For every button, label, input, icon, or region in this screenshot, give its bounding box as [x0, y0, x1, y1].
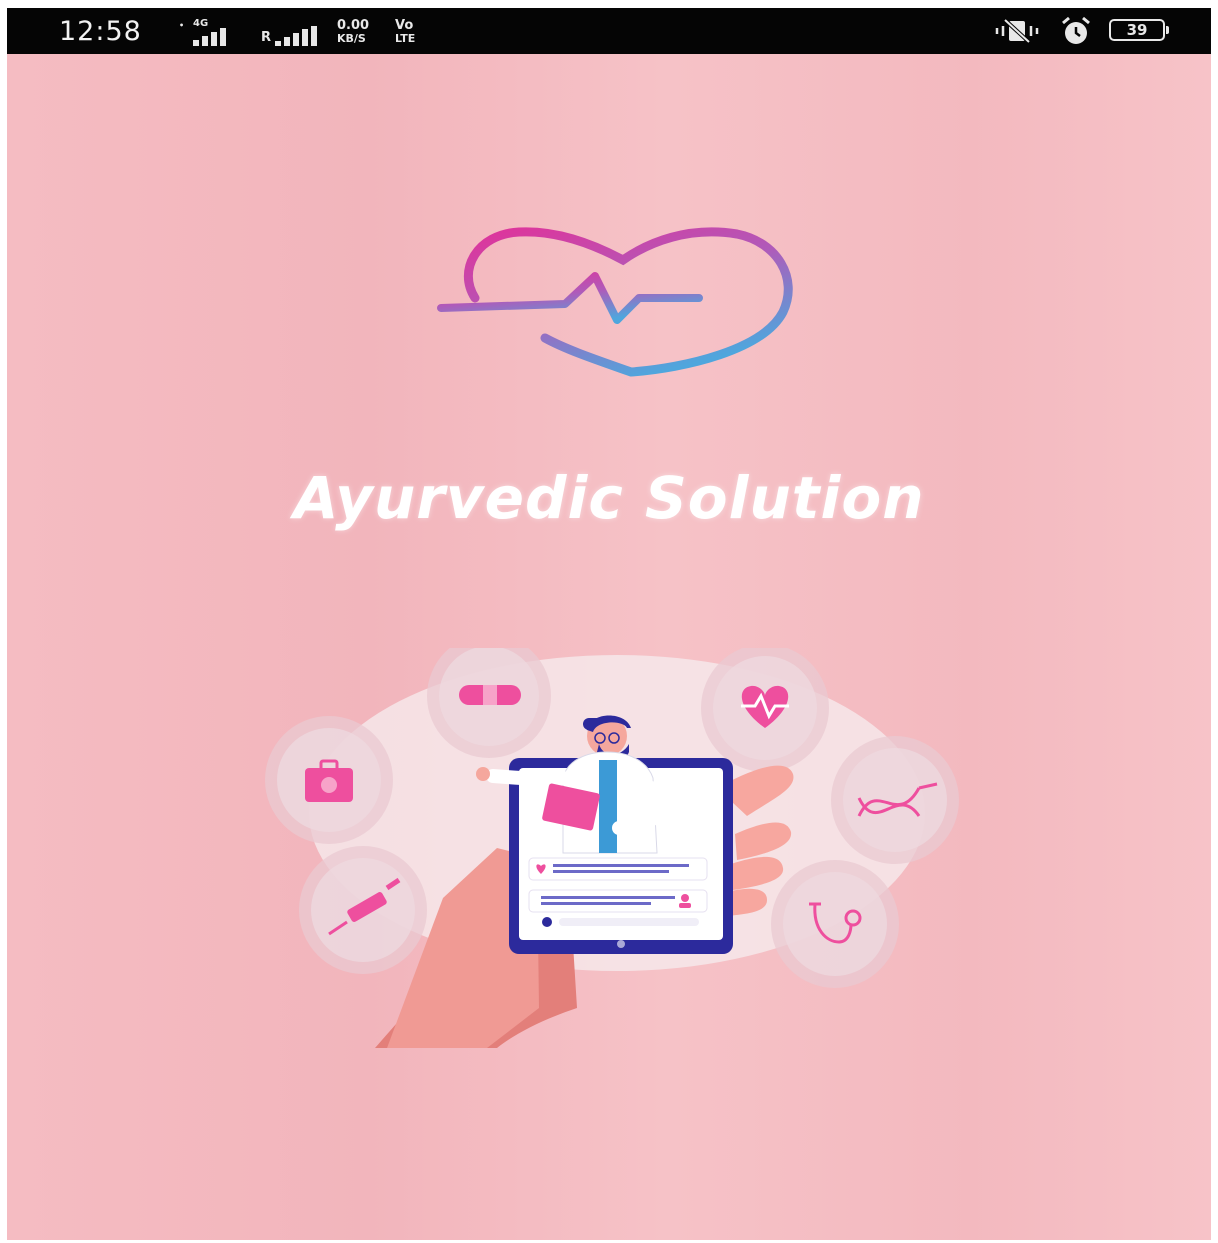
status-right-icons: 39: [991, 16, 1171, 46]
heart-rate-icon: [701, 648, 829, 772]
alarm-icon: [1062, 16, 1090, 44]
doctor-consultation-illustration: [265, 648, 959, 1048]
syringe-icon: [299, 846, 427, 974]
volte-bottom: LTE: [395, 32, 416, 45]
network-speed-value: 0.00: [337, 18, 370, 33]
dot-indicator: •: [179, 21, 185, 30]
roaming-label: R: [261, 30, 272, 45]
dna-icon: [831, 736, 959, 864]
status-bar: 12:58 • 4G R 0.00 KB/S Vo LTE 39: [7, 8, 1211, 54]
first-aid-kit-icon: [265, 716, 393, 844]
splash-screen: 12:58 • 4G R 0.00 KB/S Vo LTE 39 Ayurved…: [7, 8, 1211, 1240]
network-speed-unit: KB/S: [337, 32, 366, 45]
volte-top: Vo: [395, 18, 414, 33]
stethoscope-icon: [771, 860, 899, 988]
status-time: 12:58: [59, 16, 142, 47]
vibrate-icon: [995, 18, 1039, 44]
signal-strength-1-icon: [193, 28, 226, 46]
heart-pulse-icon: [437, 227, 793, 377]
battery-indicator: 39: [1109, 19, 1169, 41]
app-title: Ayurvedic Solution: [293, 464, 925, 532]
signal-strength-2-icon: [275, 26, 317, 46]
